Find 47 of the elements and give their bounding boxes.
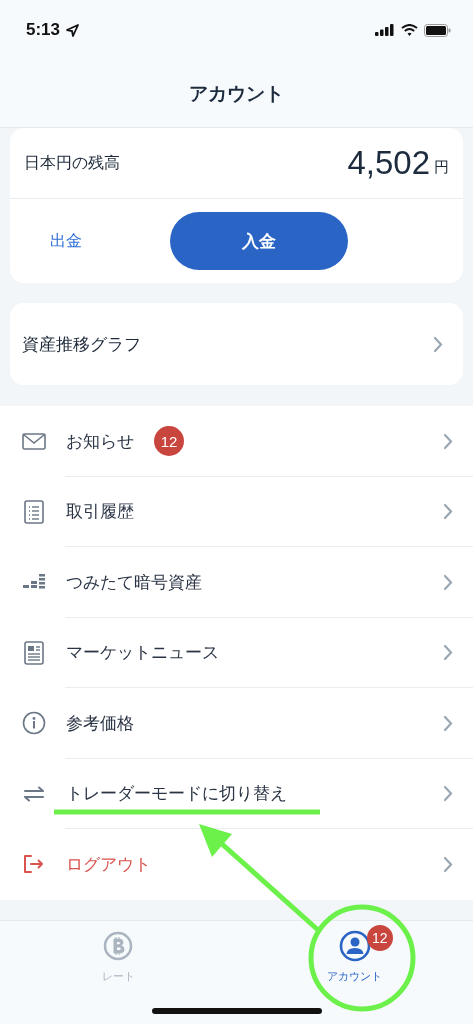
list-document-icon [24, 499, 44, 524]
chevron-right-icon [443, 714, 453, 732]
deposit-button[interactable]: 入金 [170, 212, 348, 270]
status-time: 5:13 [26, 20, 61, 40]
chevron-right-icon [443, 644, 453, 662]
wifi-icon [401, 24, 418, 36]
menu-item[interactable]: マーケットニュース [0, 617, 473, 688]
menu-item-label: 取引履歴 [66, 500, 134, 524]
menu-item[interactable]: お知らせ 12 [0, 406, 473, 477]
notification-badge: 12 [154, 426, 184, 457]
bitcoin-icon [103, 930, 134, 961]
graph-link-label: 資産推移グラフ [22, 332, 141, 356]
balance-amount: 4,502 [347, 144, 430, 182]
menu-item-label: トレーダーモードに切り替え [66, 782, 287, 806]
menu-item[interactable]: 参考価格 [0, 688, 473, 759]
info-icon [22, 711, 46, 736]
graph-link-row[interactable]: 資産推移グラフ [10, 303, 463, 385]
menu-item[interactable]: 取引履歴 [0, 476, 473, 547]
menu-item-label: 参考価格 [66, 711, 134, 735]
menu-item-label: マーケットニュース [66, 641, 219, 665]
logout-icon [23, 854, 45, 875]
balance-label: 日本円の残高 [24, 152, 120, 174]
newspaper-icon [24, 640, 44, 665]
menu-item[interactable]: トレーダーモードに切り替え [0, 758, 473, 829]
withdraw-button[interactable]: 出金 [50, 230, 136, 252]
chevron-right-icon [433, 335, 443, 353]
menu-item-label: つみたて暗号資産 [66, 570, 202, 594]
location-arrow-icon [66, 23, 80, 37]
chevron-right-icon [443, 855, 453, 873]
chevron-right-icon [443, 785, 453, 803]
battery-icon [424, 23, 451, 37]
currency-unit: 円 [434, 157, 449, 177]
menu-item-label: ログアウト [66, 852, 151, 876]
chevron-right-icon [443, 432, 453, 450]
chevron-right-icon [443, 503, 453, 521]
screen-title: アカウント [189, 80, 284, 106]
envelope-icon [22, 432, 46, 450]
menu-item-label: お知らせ [66, 429, 134, 453]
menu-item[interactable]: ログアウト [0, 829, 473, 900]
chevron-right-icon [443, 573, 453, 591]
bar-stack-icon [23, 574, 45, 591]
tab[interactable]: 12 アカウント [236, 920, 473, 1024]
menu-item[interactable]: つみたて暗号資産 [0, 547, 473, 618]
swap-arrows-icon [23, 785, 45, 802]
notification-badge: 12 [366, 924, 393, 951]
signal-icon [375, 24, 395, 36]
person-icon [338, 929, 371, 962]
